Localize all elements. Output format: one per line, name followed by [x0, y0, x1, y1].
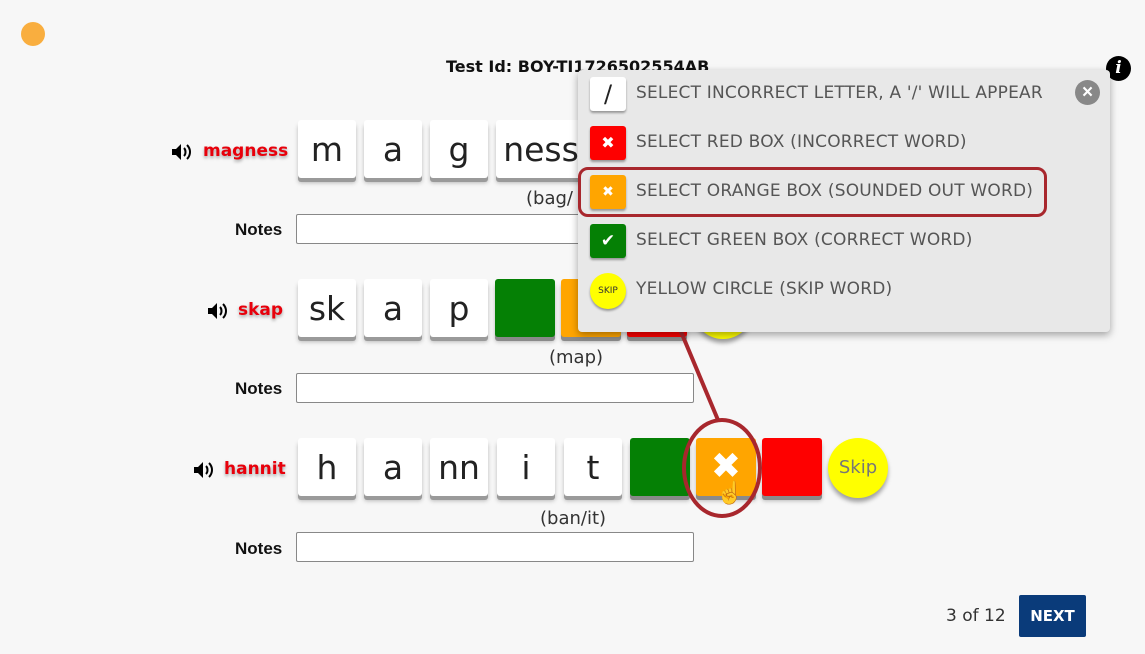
skip-circle-icon: SKIP — [590, 273, 626, 309]
next-button[interactable]: NEXT — [1019, 595, 1086, 637]
check-icon: ✔ — [590, 224, 626, 258]
legend-text: YELLOW CIRCLE (SKIP WORD) — [636, 279, 893, 299]
legend-text: SELECT GREEN BOX (CORRECT WORD) — [636, 230, 973, 250]
close-icon[interactable]: × — [1075, 80, 1100, 105]
slash-icon: / — [590, 77, 626, 111]
legend-text: SELECT RED BOX (INCORRECT WORD) — [636, 132, 967, 152]
page-count: 3 of 12 — [946, 606, 1006, 626]
hand-cursor-icon: ☝ — [716, 480, 744, 505]
highlight-rect — [578, 167, 1047, 217]
x-icon: ✖ — [590, 126, 626, 160]
legend-text: SELECT INCORRECT LETTER, A '/' WILL APPE… — [636, 83, 1043, 103]
